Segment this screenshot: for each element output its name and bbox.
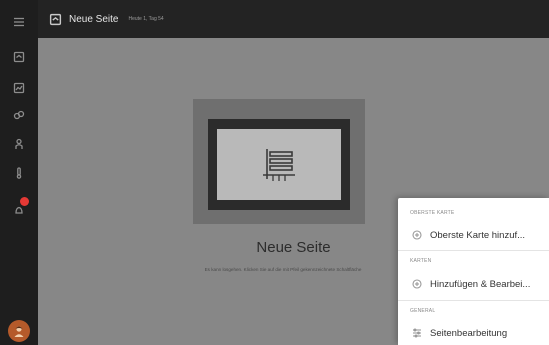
add-circle-icon (412, 230, 422, 240)
section-header-general: GENERAL (410, 308, 436, 314)
menu-item-add-edit-cards[interactable]: Hinzufügen & Bearbei... (398, 274, 549, 294)
divider (398, 250, 549, 251)
layers-icon (13, 82, 25, 94)
person-icon (15, 138, 23, 149)
dashboard-list-icon (263, 148, 295, 181)
sidebar (0, 0, 38, 345)
add-card-menu: OBERSTE KARTE Oberste Karte hinzuf... KA… (398, 198, 549, 345)
menu-item-label: Oberste Karte hinzuf... (430, 229, 526, 241)
sidebar-item-thermometer[interactable] (0, 162, 38, 184)
sidebar-item-home[interactable] (0, 46, 38, 68)
section-header-cards: KARTEN (410, 258, 432, 264)
page-icon (48, 12, 62, 26)
sidebar-item-layers[interactable] (0, 77, 38, 99)
list-settings-icon (412, 328, 422, 338)
section-header-top-card: OBERSTE KARTE (410, 210, 455, 216)
dashboard-illustration (217, 129, 341, 200)
empty-page-illustration (193, 99, 365, 224)
notification-badge (20, 197, 29, 206)
link-icon (13, 110, 25, 120)
sidebar-item-link[interactable] (0, 104, 38, 126)
thermometer-icon (16, 167, 22, 179)
sidebar-item-notifications[interactable] (0, 199, 38, 221)
menu-item-add-top-card[interactable]: Oberste Karte hinzuf... (398, 225, 549, 245)
page-title: Neue Seite (69, 13, 119, 25)
screen-frame (208, 119, 350, 210)
menu-item-page-edit[interactable]: Seitenbearbeitung (398, 323, 549, 343)
sidebar-item-person[interactable] (0, 133, 38, 155)
divider (398, 300, 549, 301)
menu-item-label: Hinzufügen & Bearbei... (430, 278, 531, 290)
menu-item-label: Seitenbearbeitung (430, 327, 508, 339)
top-bar: Neue Seite Heute 1, Tag 54 (38, 0, 549, 38)
home-icon (13, 51, 25, 63)
add-circle-icon (412, 279, 422, 289)
page-subtitle: Heute 1, Tag 54 (128, 16, 164, 22)
avatar[interactable] (8, 320, 30, 342)
menu-icon[interactable] (0, 11, 38, 33)
